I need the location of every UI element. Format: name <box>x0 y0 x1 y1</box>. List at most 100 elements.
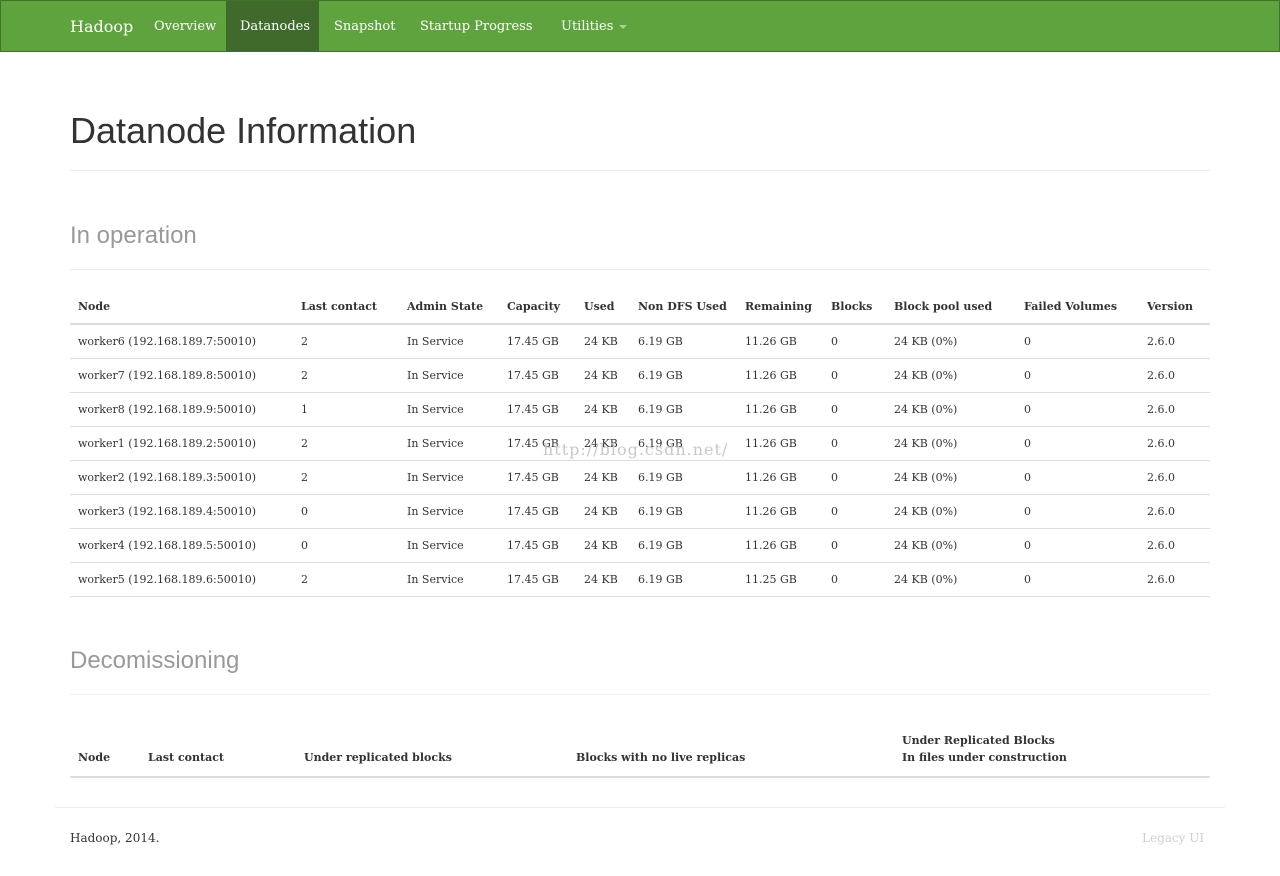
table-cell: 0 <box>1016 324 1139 359</box>
table-cell: worker5 (192.168.189.6:50010) <box>70 562 293 597</box>
table-cell: 2 <box>293 426 399 461</box>
table-cell: 24 KB <box>576 392 630 427</box>
col-node[interactable]: Node <box>70 289 293 325</box>
table-cell: 0 <box>823 460 886 495</box>
table-cell: In Service <box>399 528 499 563</box>
table-cell: 0 <box>823 358 886 393</box>
table-cell: 0 <box>293 494 399 529</box>
nav-utilities[interactable]: Utilities <box>547 1 641 51</box>
table-cell: 24 KB <box>576 528 630 563</box>
nav-startup-progress[interactable]: Startup Progress <box>406 1 547 51</box>
table-cell: worker3 (192.168.189.4:50010) <box>70 494 293 529</box>
table-cell: 11.26 GB <box>737 494 823 529</box>
table-row: worker4 (192.168.189.5:50010) 0 In Service… <box>70 528 1210 563</box>
table-cell: 0 <box>1016 562 1139 597</box>
caret-down-icon <box>619 24 628 29</box>
col-remaining[interactable]: Remaining <box>737 289 823 325</box>
table-cell: worker8 (192.168.189.9:50010) <box>70 392 293 427</box>
table-cell: 6.19 GB <box>630 358 737 393</box>
table-cell: 11.26 GB <box>737 528 823 563</box>
table-cell: 24 KB (0%) <box>886 562 1016 597</box>
table-cell: 24 KB (0%) <box>886 324 1016 359</box>
table-cell: 0 <box>1016 358 1139 393</box>
table-cell: 24 KB (0%) <box>886 358 1016 393</box>
table-cell: 24 KB (0%) <box>886 392 1016 427</box>
table-cell: 2.6.0 <box>1139 324 1210 359</box>
table-cell: 2.6.0 <box>1139 426 1210 461</box>
table-cell: 2.6.0 <box>1139 562 1210 597</box>
table-cell: In Service <box>399 324 499 359</box>
col-last-contact[interactable]: Last contact <box>293 289 399 325</box>
table-cell: 24 KB (0%) <box>886 528 1016 563</box>
table-cell: 2.6.0 <box>1139 358 1210 393</box>
table-cell: In Service <box>399 494 499 529</box>
nav-utilities-label: Utilities <box>561 19 614 34</box>
table-cell: 11.26 GB <box>737 460 823 495</box>
table-cell: 24 KB (0%) <box>886 494 1016 529</box>
table-cell: In Service <box>399 426 499 461</box>
table-cell: 24 KB (0%) <box>886 460 1016 495</box>
col-version[interactable]: Version <box>1139 289 1210 325</box>
table-cell: 24 KB (0%) <box>886 426 1016 461</box>
table-cell: 0 <box>823 528 886 563</box>
table-cell: 0 <box>823 392 886 427</box>
decommissioning-heading: Decomissioning <box>70 647 240 674</box>
table-cell: 0 <box>823 426 886 461</box>
col-last-contact[interactable]: Last contact <box>140 710 296 778</box>
col-block-pool-used[interactable]: Block pool used <box>886 289 1016 325</box>
in-operation-heading: In operation <box>70 222 197 249</box>
table-cell: 0 <box>823 494 886 529</box>
in-operation-divider <box>70 269 1210 270</box>
brand-link[interactable]: Hadoop <box>70 17 133 36</box>
legacy-ui-link[interactable]: Legacy UI <box>1142 831 1204 845</box>
table-cell: 0 <box>1016 426 1139 461</box>
watermark: http://blog.csdn.net/ <box>543 440 729 459</box>
col-blocks[interactable]: Blocks <box>823 289 886 325</box>
page-title: Datanode Information <box>70 110 417 151</box>
table-cell: 11.26 GB <box>737 358 823 393</box>
table-row: worker5 (192.168.189.6:50010) 2 In Service… <box>70 562 1210 597</box>
table-cell: 17.45 GB <box>499 358 576 393</box>
table-cell: 6.19 GB <box>630 460 737 495</box>
table-cell: 24 KB <box>576 460 630 495</box>
nav-datanodes[interactable]: Datanodes <box>226 1 319 51</box>
table-header-row: Node Last contact Under replicated block… <box>70 710 1210 778</box>
col-blocks-no-live-replicas[interactable]: Blocks with no live replicas <box>568 710 894 778</box>
table-cell: worker1 (192.168.189.2:50010) <box>70 426 293 461</box>
table-cell: 17.45 GB <box>499 392 576 427</box>
table-cell: 2 <box>293 358 399 393</box>
table-cell: 17.45 GB <box>499 324 576 359</box>
table-cell: 11.26 GB <box>737 324 823 359</box>
table-cell: 1 <box>293 392 399 427</box>
col-capacity[interactable]: Capacity <box>499 289 576 325</box>
col-failed-volumes[interactable]: Failed Volumes <box>1016 289 1139 325</box>
table-cell: 24 KB <box>576 562 630 597</box>
table-cell: In Service <box>399 460 499 495</box>
nav-snapshot[interactable]: Snapshot <box>320 1 409 51</box>
table-cell: 11.25 GB <box>737 562 823 597</box>
nav-overview[interactable]: Overview <box>140 1 230 51</box>
table-row: worker3 (192.168.189.4:50010) 0 In Service… <box>70 494 1210 529</box>
table-cell: 0 <box>1016 392 1139 427</box>
table-cell: 17.45 GB <box>499 460 576 495</box>
table-header-row: Node Last contact Admin State Capacity U… <box>70 289 1210 325</box>
col-non-dfs-used[interactable]: Non DFS Used <box>630 289 737 325</box>
table-cell: 6.19 GB <box>630 324 737 359</box>
col-used[interactable]: Used <box>576 289 630 325</box>
table-cell: In Service <box>399 392 499 427</box>
table-cell: In Service <box>399 358 499 393</box>
col-node[interactable]: Node <box>70 710 140 778</box>
col-under-replicated-in-construction[interactable]: Under Replicated Blocks In files under co… <box>894 710 1210 778</box>
table-cell: 0 <box>293 528 399 563</box>
table-cell: 17.45 GB <box>499 562 576 597</box>
col-admin-state[interactable]: Admin State <box>399 289 499 325</box>
col-under-replicated-blocks[interactable]: Under replicated blocks <box>296 710 568 778</box>
table-cell: worker7 (192.168.189.8:50010) <box>70 358 293 393</box>
table-cell: 6.19 GB <box>630 528 737 563</box>
table-cell: worker6 (192.168.189.7:50010) <box>70 324 293 359</box>
table-cell: 24 KB <box>576 494 630 529</box>
table-cell: 0 <box>823 562 886 597</box>
col-under-replicated-line2: In files under construction <box>902 751 1067 764</box>
title-divider <box>70 170 1210 171</box>
col-under-replicated-line1: Under Replicated Blocks <box>902 734 1055 747</box>
